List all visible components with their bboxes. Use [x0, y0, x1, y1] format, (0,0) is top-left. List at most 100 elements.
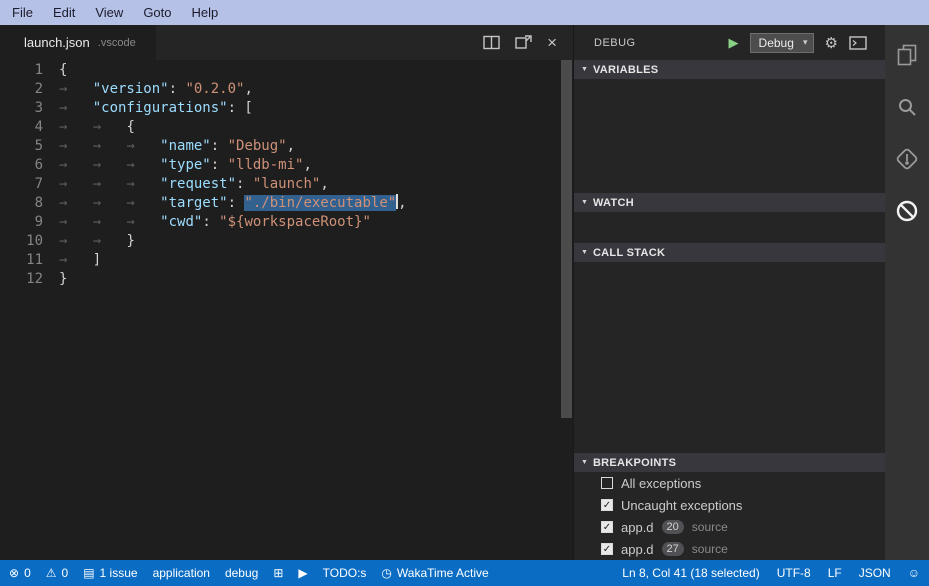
- code-line[interactable]: {: [59, 61, 573, 80]
- close-icon[interactable]: ×: [547, 34, 557, 51]
- code-token: ,: [287, 138, 295, 154]
- menu-item-file[interactable]: File: [2, 0, 43, 25]
- statusbar-wakatime[interactable]: ◷WakaTime Active: [381, 566, 488, 580]
- section-header-callstack[interactable]: ▼ CALL STACK: [574, 243, 885, 262]
- code-line[interactable]: → → → "type": "lldb-mi",: [59, 156, 573, 175]
- statusbar-text: 1 issue: [100, 566, 138, 580]
- code-line[interactable]: → → → "cwd": "${workspaceRoot}": [59, 213, 573, 232]
- statusbar-language-mode[interactable]: JSON: [859, 566, 891, 580]
- code-token: "0.2.0": [185, 81, 244, 97]
- statusbar-encoding[interactable]: UTF-8: [777, 566, 811, 580]
- code-token: "target": [160, 195, 227, 211]
- debug-config-value: Debug: [759, 36, 794, 50]
- statusbar-right: Ln 8, Col 41 (18 selected) UTF-8 LF JSON ☺: [622, 566, 920, 580]
- line-number: 8: [0, 194, 43, 213]
- split-editor-icon[interactable]: [483, 35, 500, 50]
- tab-launch-json[interactable]: launch.json .vscode: [0, 25, 156, 60]
- statusbar-eol[interactable]: LF: [828, 566, 842, 580]
- statusbar-text: debug: [225, 566, 258, 580]
- editor-scrollbar[interactable]: [560, 60, 573, 560]
- git-icon[interactable]: [885, 133, 929, 185]
- open-preview-icon[interactable]: [515, 35, 532, 50]
- statusbar-cursor-position[interactable]: Ln 8, Col 41 (18 selected): [622, 566, 759, 580]
- breakpoint-row[interactable]: ✓app.d20source: [574, 516, 885, 538]
- section-header-watch[interactable]: ▼ WATCH: [574, 193, 885, 212]
- tab-path-hint: .vscode: [98, 37, 136, 49]
- code-token: :: [211, 157, 228, 173]
- code-line[interactable]: → ]: [59, 251, 573, 270]
- breakpoint-row[interactable]: ✓app.d27source: [574, 538, 885, 560]
- menu-item-edit[interactable]: Edit: [43, 0, 85, 25]
- line-numbers: 123456789101112: [0, 61, 52, 560]
- statusbar-warning-count[interactable]: ⚠0: [46, 566, 68, 580]
- statusbar-left: ⊗0 ⚠0 ▤ 1 issue application debug ⊞ ▶ TODO:s ◷Wak…: [9, 566, 489, 580]
- panel-title: DEBUG: [594, 37, 636, 49]
- breakpoint-checkbox[interactable]: ✓: [601, 521, 613, 533]
- section-header-variables[interactable]: ▼ VARIABLES: [574, 60, 885, 79]
- code-line[interactable]: → "version": "0.2.0",: [59, 80, 573, 99]
- breakpoint-checkbox[interactable]: [601, 477, 613, 489]
- issues-icon: ▤: [83, 567, 94, 579]
- line-number: 9: [0, 213, 43, 232]
- callstack-panel-body: [574, 262, 885, 453]
- code-line[interactable]: → → → "target": "./bin/executable",: [59, 194, 573, 213]
- statusbar-text: 0: [62, 566, 69, 580]
- statusbar-launch-config-debug[interactable]: debug: [225, 566, 258, 580]
- chevron-down-icon: ▾: [803, 37, 808, 48]
- code-line[interactable]: }: [59, 270, 573, 289]
- main-area: launch.json .vscode × 123456789101112 {→…: [0, 25, 929, 560]
- scrollbar-thumb[interactable]: [561, 60, 572, 418]
- code-token: → →: [59, 233, 126, 249]
- breakpoint-checkbox[interactable]: ✓: [601, 543, 613, 555]
- statusbar-feedback[interactable]: ☺: [908, 567, 920, 579]
- search-icon[interactable]: [885, 81, 929, 133]
- editor-actions: ×: [483, 25, 573, 60]
- code-line[interactable]: → → → "name": "Debug",: [59, 137, 573, 156]
- statusbar-text: JSON: [859, 566, 891, 580]
- line-number: 3: [0, 99, 43, 118]
- statusbar-file-action[interactable]: ⊞: [273, 567, 283, 579]
- statusbar-issues[interactable]: ▤ 1 issue: [83, 566, 137, 580]
- configure-gear-icon[interactable]: ⚙: [825, 34, 838, 52]
- debug-icon[interactable]: [885, 185, 929, 237]
- breakpoint-label: Uncaught exceptions: [621, 498, 742, 513]
- play-icon: ▶: [298, 567, 307, 579]
- code-token: : [: [228, 100, 253, 116]
- code-token: :: [169, 81, 186, 97]
- code-token: ,: [320, 176, 328, 192]
- editor[interactable]: 123456789101112 {→ "version": "0.2.0",→ …: [0, 60, 573, 560]
- code-line[interactable]: → → }: [59, 232, 573, 251]
- breakpoint-row[interactable]: ✓ Uncaught exceptions: [574, 494, 885, 516]
- debug-start-icon[interactable]: ▶: [729, 35, 739, 51]
- code-line[interactable]: → → {: [59, 118, 573, 137]
- breakpoint-line-badge: 20: [662, 520, 684, 534]
- code-line[interactable]: → "configurations": [: [59, 99, 573, 118]
- breakpoint-row[interactable]: All exceptions: [574, 472, 885, 494]
- menu-item-help[interactable]: Help: [182, 0, 229, 25]
- section-header-breakpoints[interactable]: ▼ BREAKPOINTS: [574, 453, 885, 472]
- statusbar-run-action[interactable]: ▶: [298, 567, 307, 579]
- code-line[interactable]: → → → "request": "launch",: [59, 175, 573, 194]
- statusbar-error-count[interactable]: ⊗0: [9, 566, 31, 580]
- breakpoint-label: app.d: [621, 520, 654, 535]
- explorer-icon[interactable]: [885, 29, 929, 81]
- line-number: 7: [0, 175, 43, 194]
- debug-panel-header: DEBUG ▶ Debug ▾ ⚙: [574, 25, 885, 60]
- menu-item-goto[interactable]: Goto: [133, 0, 181, 25]
- debug-config-dropdown[interactable]: Debug ▾: [750, 33, 814, 53]
- statusbar-launch-config-application[interactable]: application: [153, 566, 210, 580]
- menu-item-view[interactable]: View: [85, 0, 133, 25]
- file-icon: ⊞: [273, 567, 283, 579]
- debug-console-icon[interactable]: [849, 36, 867, 50]
- code-content[interactable]: { → "version": "0.2.0",→ "configurations"…: [52, 61, 573, 560]
- breakpoint-checkbox[interactable]: ✓: [601, 499, 613, 511]
- line-number: 12: [0, 270, 43, 289]
- code-token: "./bin/executable": [244, 195, 396, 211]
- code-token: {: [126, 119, 134, 135]
- code-token: }: [126, 233, 134, 249]
- statusbar-todos[interactable]: TODO:s: [323, 566, 367, 580]
- statusbar-text: Ln 8, Col 41 (18 selected): [622, 566, 759, 580]
- code-token: {: [59, 62, 67, 78]
- line-number: 4: [0, 118, 43, 137]
- line-number: 11: [0, 251, 43, 270]
